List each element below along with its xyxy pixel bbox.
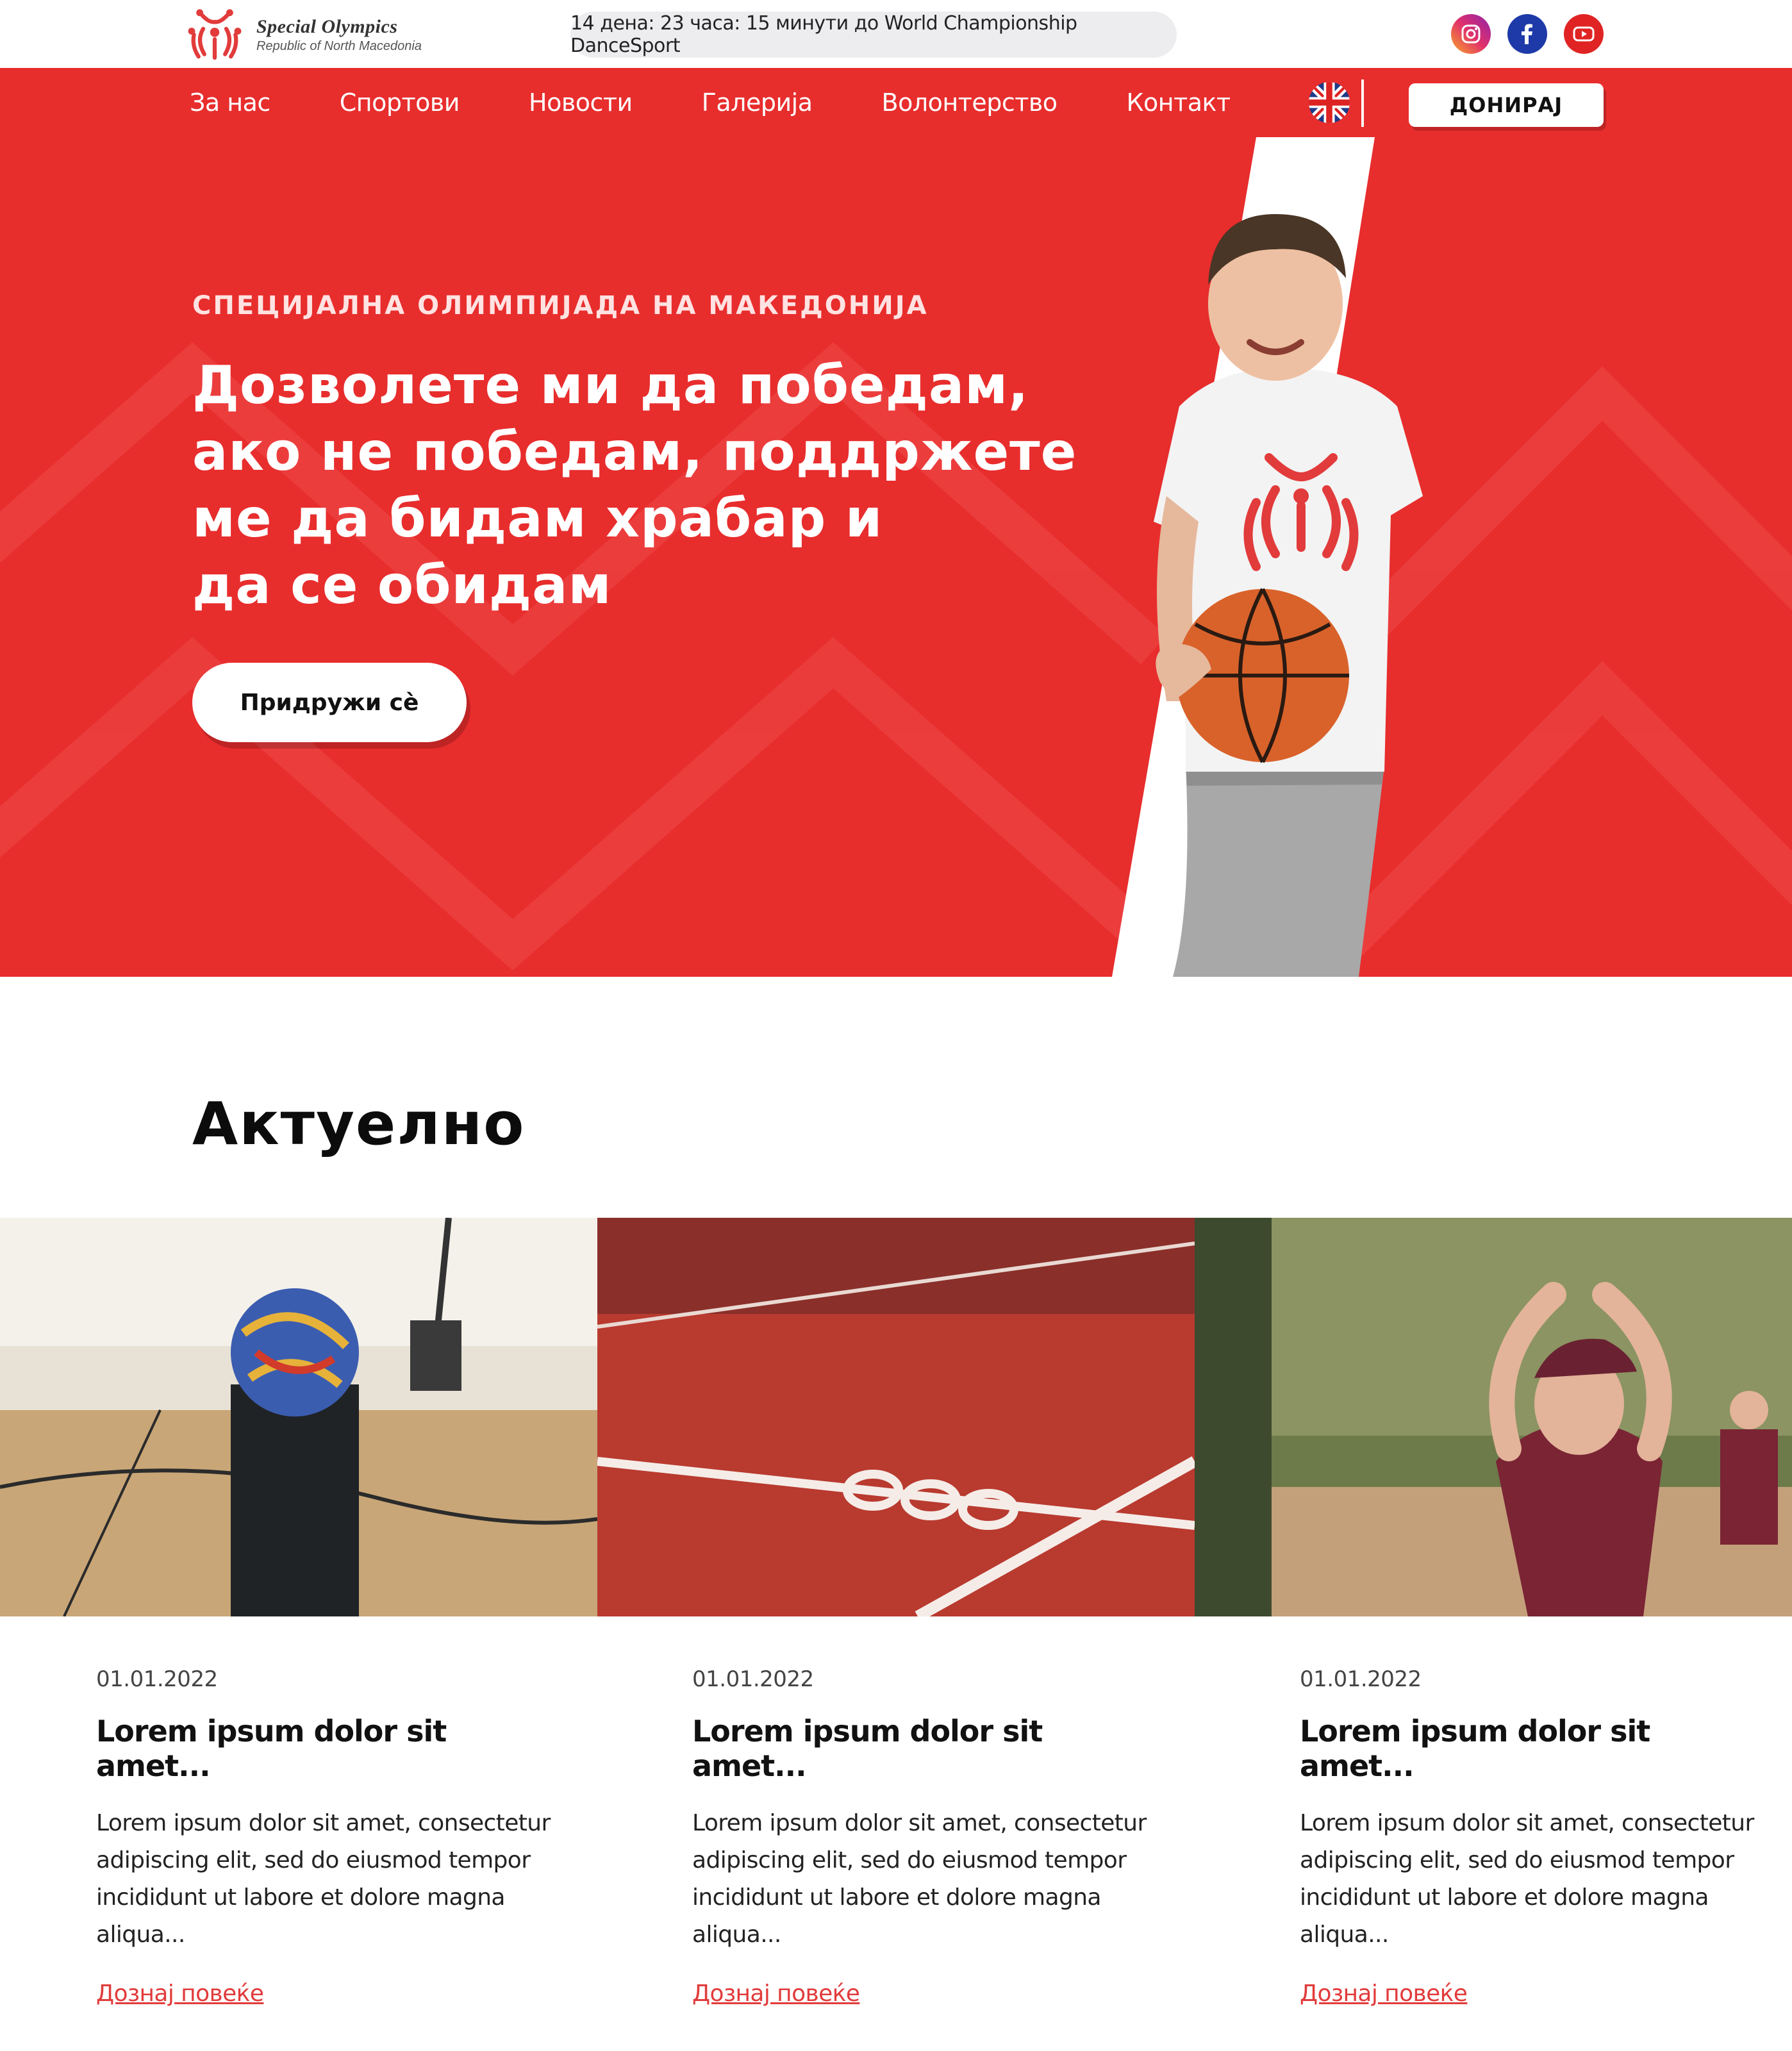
news-card-excerpt: Lorem ipsum dolor sit amet, consectetur … [692, 1810, 1147, 1948]
nav-item-gallery[interactable]: Галерија [702, 88, 813, 117]
hero-title-line: ме да бидам храбар и [192, 488, 883, 549]
join-button[interactable]: Придружи сè [192, 663, 467, 742]
site-logo[interactable]: Special Olympics Republic of North Maced… [186, 5, 468, 64]
instagram-icon[interactable] [1451, 14, 1491, 54]
hero-title-line: Дозволете ми да победам, [192, 355, 1029, 416]
event-countdown: 14 дена: 23 часа: 15 минути до World Cha… [570, 12, 1177, 58]
news-card: 01.01.2022 Lorem ipsum dolor sit amet...… [96, 1666, 558, 2007]
main-nav: За нас Спортови Новости Галерија Волонте… [0, 68, 1792, 137]
news-card-date: 01.01.2022 [96, 1666, 218, 1692]
hero-eyebrow: СПЕЦИЈАЛНА ОЛИМПИЈАДА НА МАКЕДОНИЈА [192, 291, 929, 320]
news-card-image[interactable] [0, 1218, 597, 1616]
news-card-title[interactable]: Lorem ipsum dolor sit amet... [692, 1714, 1154, 1783]
news-card-title[interactable]: Lorem ipsum dolor sit amet... [1300, 1714, 1761, 1783]
nav-item-volunteering[interactable]: Волонтерство [882, 88, 1058, 117]
top-bar: Special Olympics Republic of North Maced… [0, 0, 1792, 68]
news-images-row [0, 1218, 1792, 1616]
hero-title-line: да се обидам [192, 555, 612, 616]
nav-item-about[interactable]: За нас [190, 88, 270, 117]
nav-item-news[interactable]: Новости [529, 88, 633, 117]
youtube-icon[interactable] [1564, 14, 1604, 54]
news-card-image[interactable] [1195, 1218, 1792, 1616]
read-more-link[interactable]: Дознај повеќе [1300, 1980, 1468, 2007]
logo-title: Special Olympics [256, 15, 398, 37]
hero-section: СПЕЦИЈАЛНА ОЛИМПИЈАДА НА МАКЕДОНИЈА Дозв… [0, 137, 1792, 977]
nav-divider [1361, 79, 1364, 127]
running-track-800-photo [597, 1218, 1195, 1616]
softball-athlete-photo [1195, 1218, 1792, 1616]
news-card: 01.01.2022 Lorem ipsum dolor sit amet...… [1300, 1666, 1761, 2007]
special-olympics-logo-icon [188, 9, 242, 60]
news-card-excerpt: Lorem ipsum dolor sit amet, consectetur … [1300, 1810, 1754, 1948]
news-section-title: Актуелно [192, 1090, 526, 1158]
donate-button[interactable]: ДОНИРАЈ [1409, 83, 1604, 127]
news-card-date: 01.01.2022 [1300, 1666, 1422, 1692]
news-card-image[interactable] [597, 1218, 1195, 1616]
social-links [1451, 14, 1604, 54]
logo-subtitle: Republic of North Macedonia [256, 38, 422, 53]
news-card-excerpt: Lorem ipsum dolor sit amet, consectetur … [96, 1810, 551, 1948]
basketball-gym-photo [0, 1218, 597, 1616]
hero-athlete-image [1112, 137, 1423, 977]
logo-text: Special Olympics Republic of North Maced… [256, 16, 422, 54]
news-card-title[interactable]: Lorem ipsum dolor sit amet... [96, 1714, 558, 1783]
nav-item-contact[interactable]: Контакт [1127, 88, 1231, 117]
facebook-icon[interactable] [1507, 14, 1547, 54]
news-card: 01.01.2022 Lorem ipsum dolor sit amet...… [692, 1666, 1154, 2007]
nav-menu: За нас Спортови Новости Галерија Волонте… [190, 68, 1300, 137]
uk-flag-icon[interactable] [1309, 82, 1350, 123]
read-more-link[interactable]: Дознај повеќе [692, 1980, 860, 2007]
hero-title: Дозволете ми да победам, ако не победам,… [192, 353, 1141, 619]
read-more-link[interactable]: Дознај повеќе [96, 1980, 264, 2007]
news-card-date: 01.01.2022 [692, 1666, 814, 1692]
hero-title-line: ако не победам, поддржете [192, 422, 1077, 483]
nav-item-sports[interactable]: Спортови [340, 88, 460, 117]
